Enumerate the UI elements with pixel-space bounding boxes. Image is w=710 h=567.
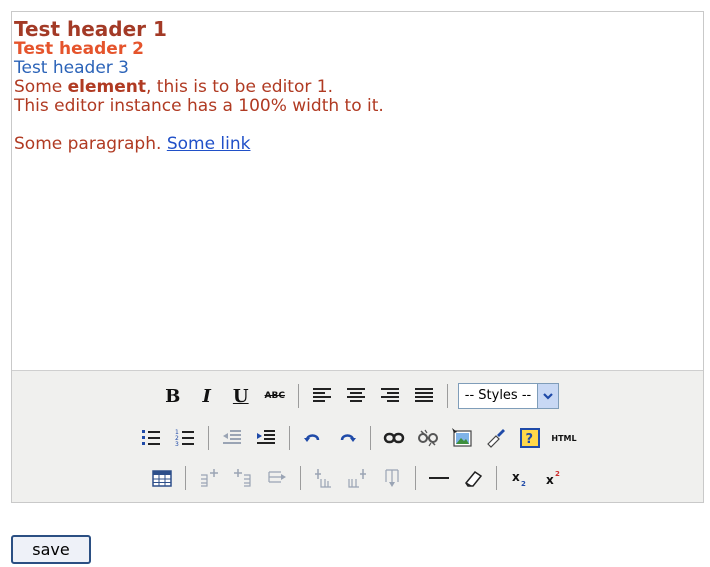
col-after-button[interactable] bbox=[345, 465, 371, 491]
paragraph-text: Some paragraph. bbox=[14, 134, 167, 154]
toolbar-separator bbox=[289, 426, 290, 450]
image-icon bbox=[452, 428, 472, 447]
col-after-icon bbox=[347, 469, 366, 488]
toolbar-separator bbox=[299, 466, 301, 490]
toolbar-separator bbox=[446, 384, 448, 408]
undo-icon bbox=[304, 434, 320, 442]
svg-text:3: 3 bbox=[175, 441, 179, 448]
svg-text:2: 2 bbox=[555, 470, 560, 478]
subscript-icon: x2 bbox=[512, 470, 526, 488]
indent-button[interactable] bbox=[253, 425, 279, 451]
toolbar-separator bbox=[184, 466, 186, 490]
remove-format-button[interactable] bbox=[460, 465, 486, 491]
delete-row-icon bbox=[267, 471, 286, 483]
align-justify-icon bbox=[414, 388, 433, 402]
redo-button[interactable] bbox=[334, 425, 360, 451]
help-icon: ? bbox=[520, 428, 540, 448]
rich-text-editor[interactable]: Test header 1 Test header 2 Test header … bbox=[11, 11, 704, 503]
align-center-icon bbox=[346, 388, 365, 402]
align-left-button[interactable] bbox=[309, 383, 335, 409]
bold-button[interactable]: B bbox=[160, 383, 186, 409]
indent-icon bbox=[257, 430, 275, 444]
subscript-button[interactable]: x2 bbox=[507, 465, 533, 491]
styles-select[interactable]: -- Styles -- bbox=[457, 383, 560, 409]
superscript-button[interactable]: x2 bbox=[541, 465, 567, 491]
col-before-icon bbox=[314, 469, 331, 488]
redo-icon bbox=[340, 434, 356, 442]
svg-text:x: x bbox=[546, 473, 554, 487]
insert-link-button[interactable] bbox=[381, 425, 407, 451]
toolbar-separator bbox=[297, 384, 299, 408]
svg-text:?: ? bbox=[526, 432, 534, 447]
toolbar-separator bbox=[208, 426, 209, 450]
align-left-icon bbox=[312, 388, 331, 402]
content-line-2: This editor instance has a 100% width to… bbox=[14, 96, 384, 116]
content-line-1: Some element, this is to be editor 1. bbox=[14, 78, 703, 97]
bullet-list-icon bbox=[142, 430, 160, 445]
save-button[interactable]: save bbox=[11, 535, 91, 564]
cleanup-button[interactable] bbox=[483, 425, 509, 451]
align-justify-button[interactable] bbox=[411, 383, 437, 409]
insert-image-button[interactable] bbox=[449, 425, 475, 451]
editor-content-area[interactable]: Test header 1 Test header 2 Test header … bbox=[12, 12, 703, 370]
unlink-button[interactable] bbox=[415, 425, 441, 451]
bullet-list-button[interactable] bbox=[138, 425, 164, 451]
insert-table-button[interactable] bbox=[149, 465, 175, 491]
editor-toolbar: B I U ABC -- Styles -- 1 2 3 ? HTML x 2 … bbox=[12, 370, 703, 502]
numbered-list-button[interactable]: 123 bbox=[172, 425, 198, 451]
delete-col-button[interactable] bbox=[379, 465, 405, 491]
chevron-down-icon[interactable] bbox=[537, 384, 559, 408]
help-button[interactable]: ? bbox=[517, 425, 543, 451]
row-before-icon bbox=[200, 469, 218, 487]
some-link[interactable]: Some link bbox=[167, 134, 251, 154]
unlink-icon bbox=[418, 429, 438, 447]
col-before-button[interactable] bbox=[311, 465, 337, 491]
delete-col-icon bbox=[384, 469, 399, 487]
test-header-3: Test header 3 bbox=[14, 58, 129, 78]
eraser-icon bbox=[464, 470, 482, 487]
svg-text:2: 2 bbox=[521, 480, 526, 488]
line1-bold-element: element bbox=[67, 77, 146, 97]
styles-select-value: -- Styles -- bbox=[464, 388, 532, 403]
content-paragraph: Some paragraph. Some link bbox=[14, 135, 703, 154]
svg-text:x: x bbox=[512, 470, 520, 484]
strikethrough-button[interactable]: ABC bbox=[262, 383, 288, 409]
outdent-icon bbox=[223, 430, 241, 444]
row-after-button[interactable] bbox=[230, 465, 256, 491]
horizontal-rule-icon bbox=[428, 477, 449, 479]
row-before-button[interactable] bbox=[196, 465, 222, 491]
brush-icon bbox=[487, 429, 505, 448]
delete-row-button[interactable] bbox=[264, 465, 290, 491]
toolbar-row-3: x2 x2 bbox=[12, 459, 703, 497]
line1-prefix: Some bbox=[14, 77, 68, 97]
superscript-icon: x2 bbox=[546, 470, 560, 487]
strikethrough-icon: ABC bbox=[264, 391, 285, 401]
toolbar-separator bbox=[495, 466, 497, 490]
numbered-list-icon: 123 bbox=[175, 429, 194, 448]
toolbar-separator bbox=[414, 466, 416, 490]
table-icon bbox=[151, 470, 172, 487]
underline-button[interactable]: U bbox=[228, 383, 254, 409]
toolbar-row-2: 123 ? HTML bbox=[12, 419, 703, 457]
row-after-icon bbox=[233, 469, 251, 487]
align-right-icon bbox=[380, 388, 399, 402]
toolbar-row-1: B I U ABC -- Styles -- bbox=[12, 377, 703, 415]
align-center-button[interactable] bbox=[343, 383, 369, 409]
horizontal-rule-button[interactable] bbox=[426, 465, 452, 491]
html-source-button[interactable]: HTML bbox=[551, 425, 577, 451]
align-right-button[interactable] bbox=[377, 383, 403, 409]
undo-button[interactable] bbox=[300, 425, 326, 451]
html-source-icon: HTML bbox=[551, 433, 577, 443]
line1-suffix: , this is to be editor 1. bbox=[145, 77, 333, 97]
link-icon bbox=[383, 432, 405, 444]
italic-button[interactable]: I bbox=[194, 383, 220, 409]
test-header-1: Test header 1 bbox=[14, 17, 167, 41]
toolbar-separator bbox=[370, 426, 371, 450]
test-header-2: Test header 2 bbox=[14, 39, 144, 59]
outdent-button[interactable] bbox=[219, 425, 245, 451]
